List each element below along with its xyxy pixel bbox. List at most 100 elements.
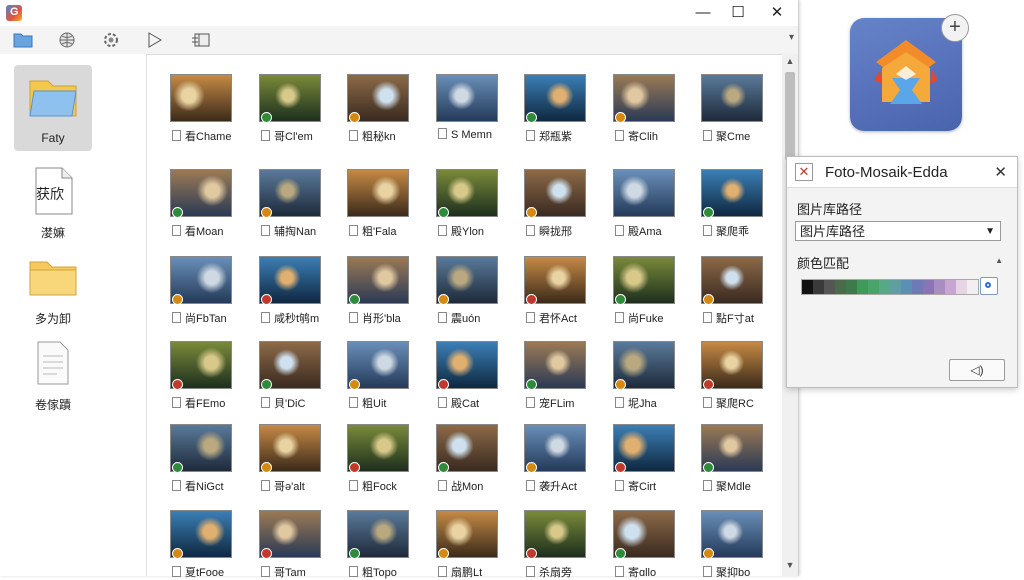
thumbnail-item[interactable]: 尚FbTan bbox=[170, 256, 232, 325]
thumbnail-caption: 粗Topo bbox=[349, 564, 439, 580]
thumbnail-item[interactable]: 看Moan bbox=[170, 169, 232, 238]
palette-swatch[interactable] bbox=[901, 280, 912, 294]
filmstrip-icon[interactable] bbox=[188, 29, 214, 51]
palette-swatch[interactable] bbox=[846, 280, 857, 294]
thumbnail-item[interactable]: 聚爬乖 bbox=[701, 169, 763, 238]
thumbnail-item[interactable]: 粗'Fala bbox=[347, 169, 409, 238]
thumbnail-item[interactable]: 粗Topo bbox=[347, 510, 409, 579]
thumbnail-item[interactable]: 聚抑bo bbox=[701, 510, 763, 579]
thumbnail-item[interactable]: 殿Ylon bbox=[436, 169, 498, 238]
library-path-select[interactable]: 图片库路径 ▼ bbox=[795, 221, 1001, 241]
thumbnail-item[interactable]: 扇鹏Lt bbox=[436, 510, 498, 579]
thumbnail-item[interactable]: 肖形'bla bbox=[347, 256, 409, 325]
thumbnail-item[interactable]: 殿Cat bbox=[436, 341, 498, 410]
thumbnail-item[interactable]: 看NiGct bbox=[170, 424, 232, 493]
thumbnail-item[interactable]: 粗Fock bbox=[347, 424, 409, 493]
color-palette-slider[interactable] bbox=[801, 279, 979, 295]
thumbnail-caption-text: 看NiGct bbox=[185, 481, 224, 493]
status-badge bbox=[615, 379, 626, 390]
file-icon bbox=[526, 397, 535, 408]
thumbnail-item[interactable]: 聚Cme bbox=[701, 74, 763, 143]
scroll-up-icon[interactable]: ▲ bbox=[782, 56, 798, 70]
dialog-action-button[interactable]: ◁) bbox=[949, 359, 1005, 381]
sidebar-item-faty[interactable]: Faty bbox=[14, 65, 92, 151]
thumbnail-item[interactable]: 粗Uit bbox=[347, 341, 409, 410]
thumbnail-image[interactable] bbox=[347, 169, 409, 217]
toolbar-overflow-button[interactable]: ▾ bbox=[789, 32, 794, 43]
thumbnail-item[interactable]: 寄ɑllo bbox=[613, 510, 675, 579]
thumbnail-image[interactable] bbox=[613, 169, 675, 217]
globe-icon[interactable] bbox=[54, 29, 80, 51]
scroll-down-icon[interactable]: ▼ bbox=[782, 560, 798, 574]
palette-swatch[interactable] bbox=[824, 280, 835, 294]
status-badge bbox=[526, 379, 537, 390]
thumbnail-item[interactable]: 看Chame bbox=[170, 74, 232, 143]
thumbnail-item[interactable]: 點F寸at bbox=[701, 256, 763, 325]
palette-swatch[interactable] bbox=[945, 280, 956, 294]
thumbnail-item[interactable]: 杀扇旁 bbox=[524, 510, 586, 579]
thumbnail-item[interactable]: 哥Cl'em bbox=[259, 74, 321, 143]
thumbnail-item[interactable]: 哥Tam bbox=[259, 510, 321, 579]
folder-icon[interactable] bbox=[10, 29, 36, 51]
thumbnail-caption: 聚爬RC bbox=[703, 395, 793, 411]
thumbnail-item[interactable]: 宠FLim bbox=[524, 341, 586, 410]
thumbnail-item[interactable]: 貝'DiC bbox=[259, 341, 321, 410]
thumbnail-item[interactable]: 震uón bbox=[436, 256, 498, 325]
settings-icon[interactable] bbox=[98, 29, 124, 51]
palette-swatch[interactable] bbox=[912, 280, 923, 294]
palette-swatch[interactable] bbox=[967, 280, 978, 294]
file-icon bbox=[703, 566, 712, 577]
palette-swatch[interactable] bbox=[868, 280, 879, 294]
thumbnail-item[interactable]: 寄Clih bbox=[613, 74, 675, 143]
palette-swatch[interactable] bbox=[813, 280, 824, 294]
palette-swatch[interactable] bbox=[890, 280, 901, 294]
thumbnail-image[interactable] bbox=[701, 74, 763, 122]
palette-swatch[interactable] bbox=[934, 280, 945, 294]
thumbnail-item[interactable]: 郑瓶紫 bbox=[524, 74, 586, 143]
color-slider-handle[interactable] bbox=[980, 277, 998, 295]
thumbnail-item[interactable]: 袭升Act bbox=[524, 424, 586, 493]
palette-swatch[interactable] bbox=[857, 280, 868, 294]
thumbnail-item[interactable]: 殿Ama bbox=[613, 169, 675, 238]
thumbnail-item[interactable]: 看FEmo bbox=[170, 341, 232, 410]
collapse-icon[interactable]: ▲ bbox=[995, 256, 1003, 265]
thumbnail-item[interactable]: 坭Jha bbox=[613, 341, 675, 410]
file-icon bbox=[703, 225, 712, 236]
thumbnail-item[interactable]: 聚Mdle bbox=[701, 424, 763, 493]
dialog-close-button[interactable]: ✕ bbox=[994, 163, 1007, 181]
thumbnail-item[interactable]: 君怀Act bbox=[524, 256, 586, 325]
thumbnail-item[interactable]: 寄Cirt bbox=[613, 424, 675, 493]
thumbnail-item[interactable]: 夏tFooe bbox=[170, 510, 232, 579]
sidebar: Faty 获欣 漤嫲 多为卸 卷傢蹟 bbox=[0, 54, 147, 576]
minimize-button[interactable]: — bbox=[688, 3, 718, 23]
thumbnail-item[interactable]: S Memn bbox=[436, 74, 498, 141]
thumbnail-item[interactable]: 战Mon bbox=[436, 424, 498, 493]
thumbnail-item[interactable]: 粗秘kn bbox=[347, 74, 409, 143]
add-plugin-button[interactable]: + bbox=[941, 14, 969, 42]
scrollbar-thumb[interactable] bbox=[785, 72, 795, 160]
thumbnail-item[interactable]: 聚爬RC bbox=[701, 341, 763, 410]
thumbnail-item[interactable]: 尚Fuke bbox=[613, 256, 675, 325]
sidebar-item-2[interactable]: 获欣 漤嫲 bbox=[14, 158, 92, 244]
thumbnail-image[interactable] bbox=[170, 74, 232, 122]
palette-swatch[interactable] bbox=[802, 280, 813, 294]
sidebar-item-4[interactable]: 卷傢蹟 bbox=[14, 330, 92, 416]
file-icon bbox=[349, 480, 358, 491]
thumbnail-image[interactable] bbox=[436, 74, 498, 122]
palette-swatch[interactable] bbox=[923, 280, 934, 294]
palette-swatch[interactable] bbox=[956, 280, 967, 294]
status-badge bbox=[526, 112, 537, 123]
maximize-button[interactable]: ☐ bbox=[723, 3, 753, 23]
palette-swatch[interactable] bbox=[835, 280, 846, 294]
thumbnail-item[interactable]: 瞬拢邢 bbox=[524, 169, 586, 238]
thumbnail-item[interactable]: 辅掏Nan bbox=[259, 169, 321, 238]
play-icon[interactable] bbox=[142, 29, 168, 51]
thumbnail-item[interactable]: 哥ə'alt bbox=[259, 424, 321, 493]
palette-swatch[interactable] bbox=[879, 280, 890, 294]
file-icon bbox=[438, 480, 447, 491]
thumbnail-item[interactable]: 咸秒t鸲m bbox=[259, 256, 321, 325]
close-button[interactable]: ✕ bbox=[762, 3, 792, 23]
thumbnail-caption-text: 哥Cl'em bbox=[274, 131, 313, 143]
sidebar-item-3[interactable]: 多为卸 bbox=[14, 244, 92, 330]
thumbnail-caption-text: 君怀Act bbox=[539, 313, 577, 325]
